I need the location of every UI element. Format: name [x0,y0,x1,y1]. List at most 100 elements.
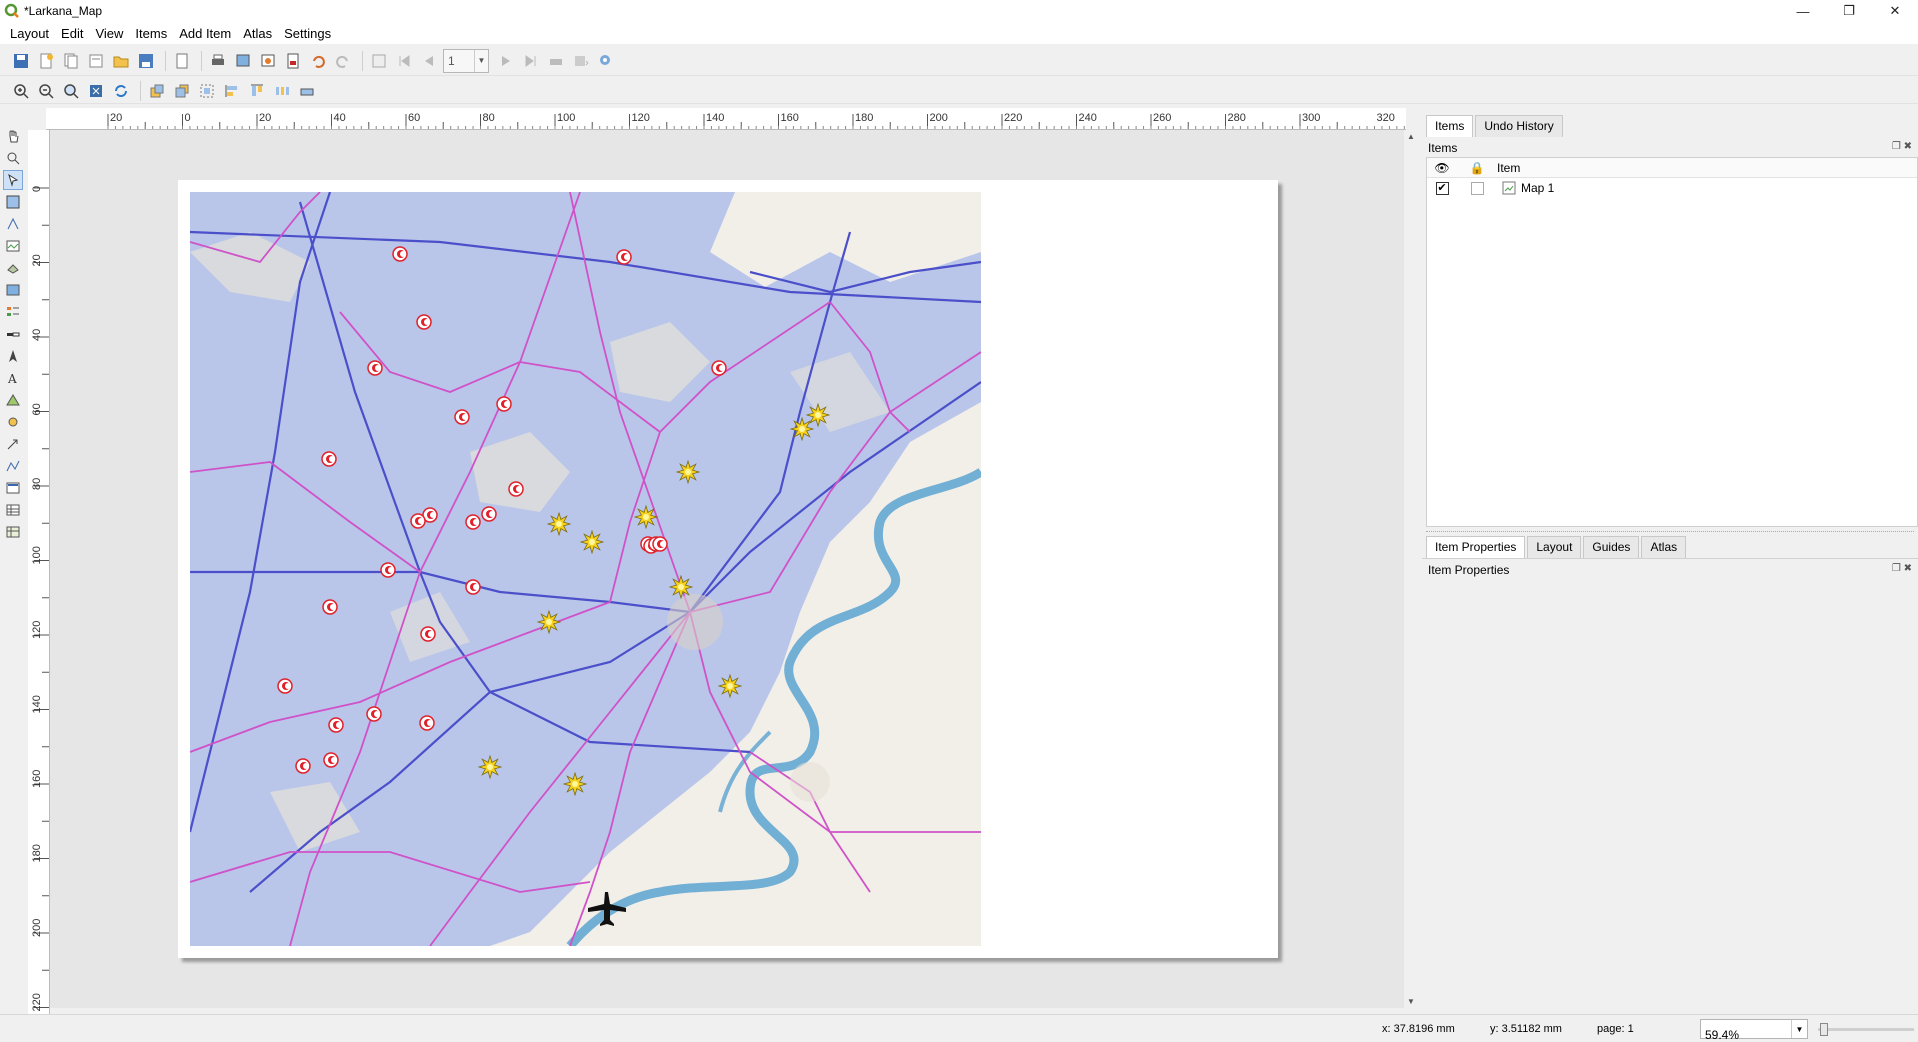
zoom-tool-icon[interactable] [3,148,23,168]
next-feature-icon[interactable] [495,50,517,72]
map-item[interactable] [190,192,981,946]
zoom-in-icon[interactable] [10,80,32,102]
ruler-label: 160 [31,770,43,788]
duplicate-layout-icon[interactable] [60,50,82,72]
float-panel-icon[interactable]: ❐ [1892,563,1901,574]
atlas-page-combobox[interactable]: 1 ▼ [443,48,489,73]
list-item[interactable]: ✔ Map 1 [1427,178,1917,198]
zoom-combobox[interactable]: 59.4% ▼ [1700,1019,1808,1042]
add-polyline-icon[interactable] [3,456,23,476]
menu-atlas[interactable]: Atlas [237,26,278,41]
last-feature-icon[interactable] [520,50,542,72]
edit-nodes-icon[interactable] [3,214,23,234]
scroll-up-icon[interactable]: ▲ [1407,132,1415,141]
atlas-preview-icon[interactable] [368,50,390,72]
atlas-print-icon[interactable] [545,50,567,72]
export-svg-icon[interactable] [257,50,279,72]
tab-layout[interactable]: Layout [1527,536,1582,558]
ruler-label: 80 [483,112,495,124]
atlas-export-icon[interactable] [570,50,592,72]
pan-icon[interactable] [3,126,23,146]
red-crescent-marker [465,579,481,595]
open-folder-icon[interactable] [110,50,132,72]
tab-item-properties[interactable]: Item Properties [1426,536,1526,558]
zoom-slider-handle[interactable] [1820,1023,1828,1036]
scroll-down-icon[interactable]: ▼ [1407,997,1415,1006]
column-item: Item [1497,160,1521,175]
new-layout-icon[interactable] [35,50,57,72]
menu-edit[interactable]: Edit [55,26,89,41]
export-pdf-icon[interactable] [282,50,304,72]
zoom-slider[interactable] [1818,1023,1914,1036]
previous-feature-icon[interactable] [418,50,440,72]
menu-view[interactable]: View [89,26,129,41]
cursor-y-readout: y: 3.51182 mm [1490,1023,1562,1035]
add-label-icon[interactable]: A [3,368,23,388]
add-map-icon[interactable] [3,236,23,256]
vertical-scrollbar[interactable]: ▲ ▼ [1404,130,1418,1008]
add-shape-icon[interactable] [3,390,23,410]
restore-button[interactable]: ❐ [1826,0,1872,22]
close-panel-icon[interactable]: ✖ [1904,563,1912,574]
zoom-full-icon[interactable] [85,80,107,102]
align-left-icon[interactable] [221,80,243,102]
properties-tabbar: Item Properties Layout Guides Atlas [1426,536,1918,558]
menu-settings[interactable]: Settings [278,26,337,41]
layout-page[interactable] [178,180,1278,958]
save-template-icon[interactable] [135,50,157,72]
layout-canvas[interactable] [50,130,1406,1008]
redo-icon[interactable] [332,50,354,72]
add-marker-icon[interactable] [3,412,23,432]
add-fixed-table-icon[interactable] [3,522,23,542]
tab-guides[interactable]: Guides [1583,536,1640,558]
chevron-down-icon[interactable]: ▼ [474,49,488,72]
chevron-down-icon[interactable]: ▼ [1791,1020,1807,1038]
add-arrow-icon[interactable] [3,434,23,454]
layout-tools-palette: A [0,124,28,1014]
minimize-button[interactable]: — [1780,0,1826,22]
toolbar-separator [362,50,363,71]
page-setup-icon[interactable] [171,50,193,72]
zoom-100-icon[interactable] [60,80,82,102]
zoom-out-icon[interactable] [35,80,57,102]
distribute-icon[interactable] [271,80,293,102]
add-attribute-table-icon[interactable] [3,500,23,520]
print-icon[interactable] [207,50,229,72]
items-tree[interactable]: 👁 🔒 Item ✔ Map 1 [1426,157,1918,527]
first-feature-icon[interactable] [393,50,415,72]
export-image-icon[interactable] [232,50,254,72]
add-html-icon[interactable] [3,478,23,498]
tab-atlas[interactable]: Atlas [1641,536,1687,558]
tab-undo-history[interactable]: Undo History [1475,115,1563,137]
resize-icon[interactable] [296,80,318,102]
select-move-icon[interactable] [3,170,23,190]
layout-manager-icon[interactable] [85,50,107,72]
save-icon[interactable] [10,50,32,72]
panel-splitter[interactable] [1426,529,1914,532]
ruler-label: 240 [1079,112,1097,124]
move-content-icon[interactable] [3,192,23,212]
lower-items-icon[interactable] [171,80,193,102]
group-items-icon[interactable] [196,80,218,102]
float-panel-icon[interactable]: ❐ [1892,141,1901,152]
close-panel-icon[interactable]: ✖ [1904,141,1912,152]
layout-toolbar: 1 ▼ [0,46,1918,76]
close-button[interactable]: ✕ [1872,0,1918,22]
visibility-checkbox[interactable]: ✔ [1435,181,1449,195]
add-3d-map-icon[interactable] [3,258,23,278]
menu-layout[interactable]: Layout [4,26,55,41]
refresh-icon[interactable] [110,80,132,102]
tab-items[interactable]: Items [1426,115,1474,137]
menu-items[interactable]: Items [129,26,173,41]
add-scalebar-icon[interactable] [3,324,23,344]
lock-checkbox[interactable] [1470,181,1484,195]
atlas-settings-icon[interactable] [595,50,617,72]
align-top-icon[interactable] [246,80,268,102]
add-legend-icon[interactable] [3,302,23,322]
raise-items-icon[interactable] [146,80,168,102]
undo-icon[interactable] [307,50,329,72]
add-picture-icon[interactable] [3,280,23,300]
ruler-label: 80 [31,478,43,490]
add-north-arrow-icon[interactable] [3,346,23,366]
menu-add-item[interactable]: Add Item [173,26,237,41]
